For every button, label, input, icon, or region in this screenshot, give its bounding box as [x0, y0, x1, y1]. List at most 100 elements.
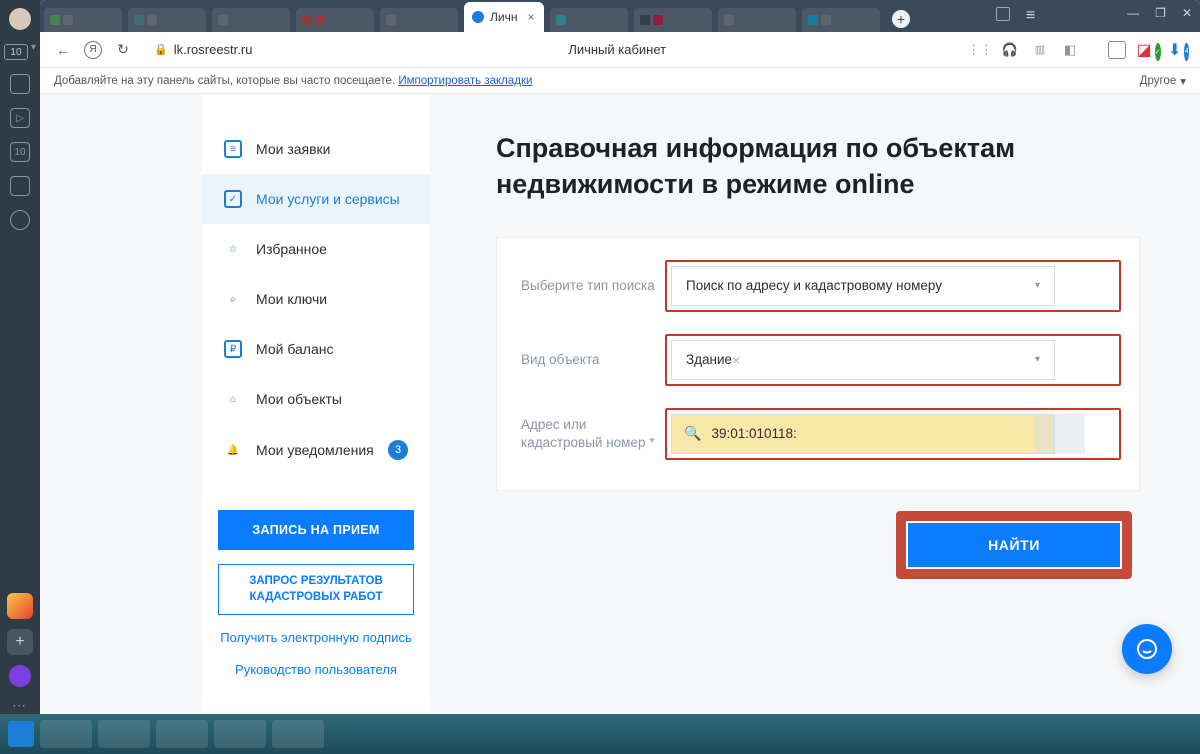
sidebar-item-objects[interactable]: ⌂ Мои объекты: [202, 374, 430, 424]
main-panel: Справочная информация по объектам недвиж…: [430, 94, 1200, 714]
background-tab[interactable]: [550, 8, 628, 32]
select-value: Поиск по адресу и кадастровому номеру: [686, 278, 942, 293]
sidebar-item-notifications[interactable]: 🔔 Мои уведомления 3: [202, 424, 430, 476]
text-selection: [1035, 414, 1085, 454]
sidebar-item-favorites[interactable]: ☆ Избранное: [202, 224, 430, 274]
chat-widget-button[interactable]: [1122, 624, 1172, 674]
bell-icon: 🔔: [224, 441, 242, 459]
select-value: Здание: [686, 352, 732, 367]
reload-button[interactable]: ↻: [114, 41, 132, 58]
search-icon: 🔍: [684, 425, 701, 442]
os-avatar[interactable]: [9, 8, 31, 30]
window-controls: — ❐ ✕: [1127, 6, 1192, 20]
background-tab[interactable]: [634, 8, 712, 32]
lock-icon: 🔒: [154, 43, 168, 56]
sidebar-item-requests[interactable]: ≡ Мои заявки: [202, 124, 430, 174]
find-button-area: НАЙТИ: [496, 511, 1140, 579]
chevron-down-icon: ▾: [1035, 280, 1040, 291]
camera-icon[interactable]: [10, 176, 30, 196]
checklist-icon: ✓: [224, 190, 242, 208]
more-apps-icon[interactable]: ⋯: [12, 697, 28, 714]
downloads-icon[interactable]: ⬇4: [1168, 41, 1186, 59]
address-search-field[interactable]: 🔍: [671, 414, 1055, 454]
back-button[interactable]: ←: [54, 42, 72, 58]
object-kind-select[interactable]: Здание × ▾: [671, 340, 1055, 380]
calendar-icon[interactable]: 10: [10, 142, 30, 162]
browser-window: Личн × + ≡ — ❐ ✕ ← Я ↻ 🔒 lk.rosreestr.ru…: [40, 0, 1200, 714]
headphones-icon[interactable]: 🎧: [1002, 42, 1018, 58]
bookmark-hint: Добавляйте на эту панель сайты, которые …: [54, 75, 398, 87]
chevron-down-icon: ▾: [1035, 354, 1040, 365]
taskbar-item[interactable]: [272, 720, 324, 748]
user-guide-link[interactable]: Руководство пользователя: [218, 661, 414, 679]
toolbar-right-icons: ◪✓ ⬇4: [1108, 41, 1186, 59]
os-sidebar: 10 ▾ ▷ 10 + ⋯: [0, 0, 40, 754]
taskbar-item[interactable]: [156, 720, 208, 748]
app-yandex-icon[interactable]: [7, 593, 33, 619]
start-button[interactable]: [8, 721, 34, 747]
get-signature-link[interactable]: Получить электронную подпись: [218, 629, 414, 647]
address-bar: ← Я ↻ 🔒 lk.rosreestr.ru Личный кабинет ⋮…: [40, 32, 1200, 68]
find-button[interactable]: НАЙТИ: [906, 521, 1122, 569]
taskbar-item[interactable]: [98, 720, 150, 748]
new-tab-button[interactable]: +: [892, 10, 910, 28]
app-alice-icon[interactable]: [9, 665, 31, 687]
background-tab[interactable]: [44, 8, 122, 32]
add-app-button[interactable]: +: [7, 629, 33, 655]
search-type-label: Выберите тип поиска: [521, 277, 671, 295]
sidebar-item-label: Мои ключи: [256, 291, 327, 307]
taskbar-item[interactable]: [214, 720, 266, 748]
shield-icon[interactable]: [1108, 41, 1126, 59]
background-tab[interactable]: [296, 8, 374, 32]
notification-count-badge: 3: [388, 440, 408, 460]
url-display[interactable]: 🔒 lk.rosreestr.ru: [144, 39, 262, 60]
chevron-down-icon: ▾: [1180, 74, 1186, 88]
clear-icon[interactable]: ×: [732, 352, 740, 368]
sidebar-item-label: Мои объекты: [256, 391, 342, 407]
minimize-button[interactable]: —: [1127, 6, 1139, 20]
play-icon[interactable]: ▷: [10, 108, 30, 128]
background-tab[interactable]: [380, 8, 458, 32]
background-tab[interactable]: [212, 8, 290, 32]
document-icon: ≡: [224, 140, 242, 158]
os-tab-count[interactable]: 10: [4, 44, 28, 60]
cadastral-results-button[interactable]: ЗАПРОС РЕЗУЛЬТАТОВ КАДАСТРОВЫХ РАБОТ: [218, 564, 414, 615]
protect-icon[interactable]: ◪✓: [1138, 41, 1156, 59]
background-tab[interactable]: [128, 8, 206, 32]
sidebar-item-services[interactable]: ✓ Мои услуги и сервисы: [202, 174, 430, 224]
bookmark-icon[interactable]: ◧: [1062, 42, 1078, 58]
menu-icon[interactable]: ≡: [1026, 7, 1040, 21]
object-kind-label: Вид объекта: [521, 351, 671, 369]
active-tab[interactable]: Личн ×: [464, 2, 544, 32]
close-tab-button[interactable]: ×: [527, 10, 534, 24]
address-input[interactable]: [711, 426, 1042, 441]
sidebar-item-balance[interactable]: ₽ Мой баланс: [202, 324, 430, 374]
address-label: Адрес или кадастровый номер *: [521, 416, 671, 452]
history-icon[interactable]: [10, 210, 30, 230]
house-icon: ⌂: [224, 390, 242, 408]
sidebar-actions: ЗАПИСЬ НА ПРИЕМ ЗАПРОС РЕЗУЛЬТАТОВ КАДАС…: [202, 496, 430, 699]
taskbar-item[interactable]: [40, 720, 92, 748]
sidebar-item-label: Избранное: [256, 241, 327, 257]
sidebar-item-label: Мои услуги и сервисы: [256, 191, 400, 207]
search-type-select[interactable]: Поиск по адресу и кадастровому номеру ▾: [671, 266, 1055, 306]
sidebar-item-label: Мой баланс: [256, 341, 334, 357]
background-tab[interactable]: [718, 8, 796, 32]
close-window-button[interactable]: ✕: [1182, 6, 1192, 20]
appointment-button[interactable]: ЗАПИСЬ НА ПРИЕМ: [218, 510, 414, 550]
background-tab[interactable]: [802, 8, 880, 32]
bookmark-other[interactable]: Другое ▾: [1140, 74, 1186, 88]
apps-icon[interactable]: ⋮⋮: [972, 42, 988, 58]
maximize-button[interactable]: ❐: [1155, 6, 1166, 20]
toolbar-icons: ⋮⋮ 🎧 ▥ ◧: [972, 42, 1078, 58]
bookmark-bar: Добавляйте на эту панель сайты, которые …: [40, 68, 1200, 94]
sidebar-item-keys[interactable]: ⌕ Мои ключи: [202, 274, 430, 324]
yandex-home-button[interactable]: Я: [84, 41, 102, 59]
key-icon: ⌕: [224, 290, 242, 308]
feed-icon[interactable]: [10, 74, 30, 94]
copy-icon[interactable]: [996, 7, 1010, 21]
import-bookmarks-link[interactable]: Импортировать закладки: [398, 75, 532, 87]
sidebar-item-label: Мои заявки: [256, 141, 330, 157]
library-icon[interactable]: ▥: [1032, 42, 1048, 58]
chevron-down-icon[interactable]: ▾: [31, 42, 36, 53]
